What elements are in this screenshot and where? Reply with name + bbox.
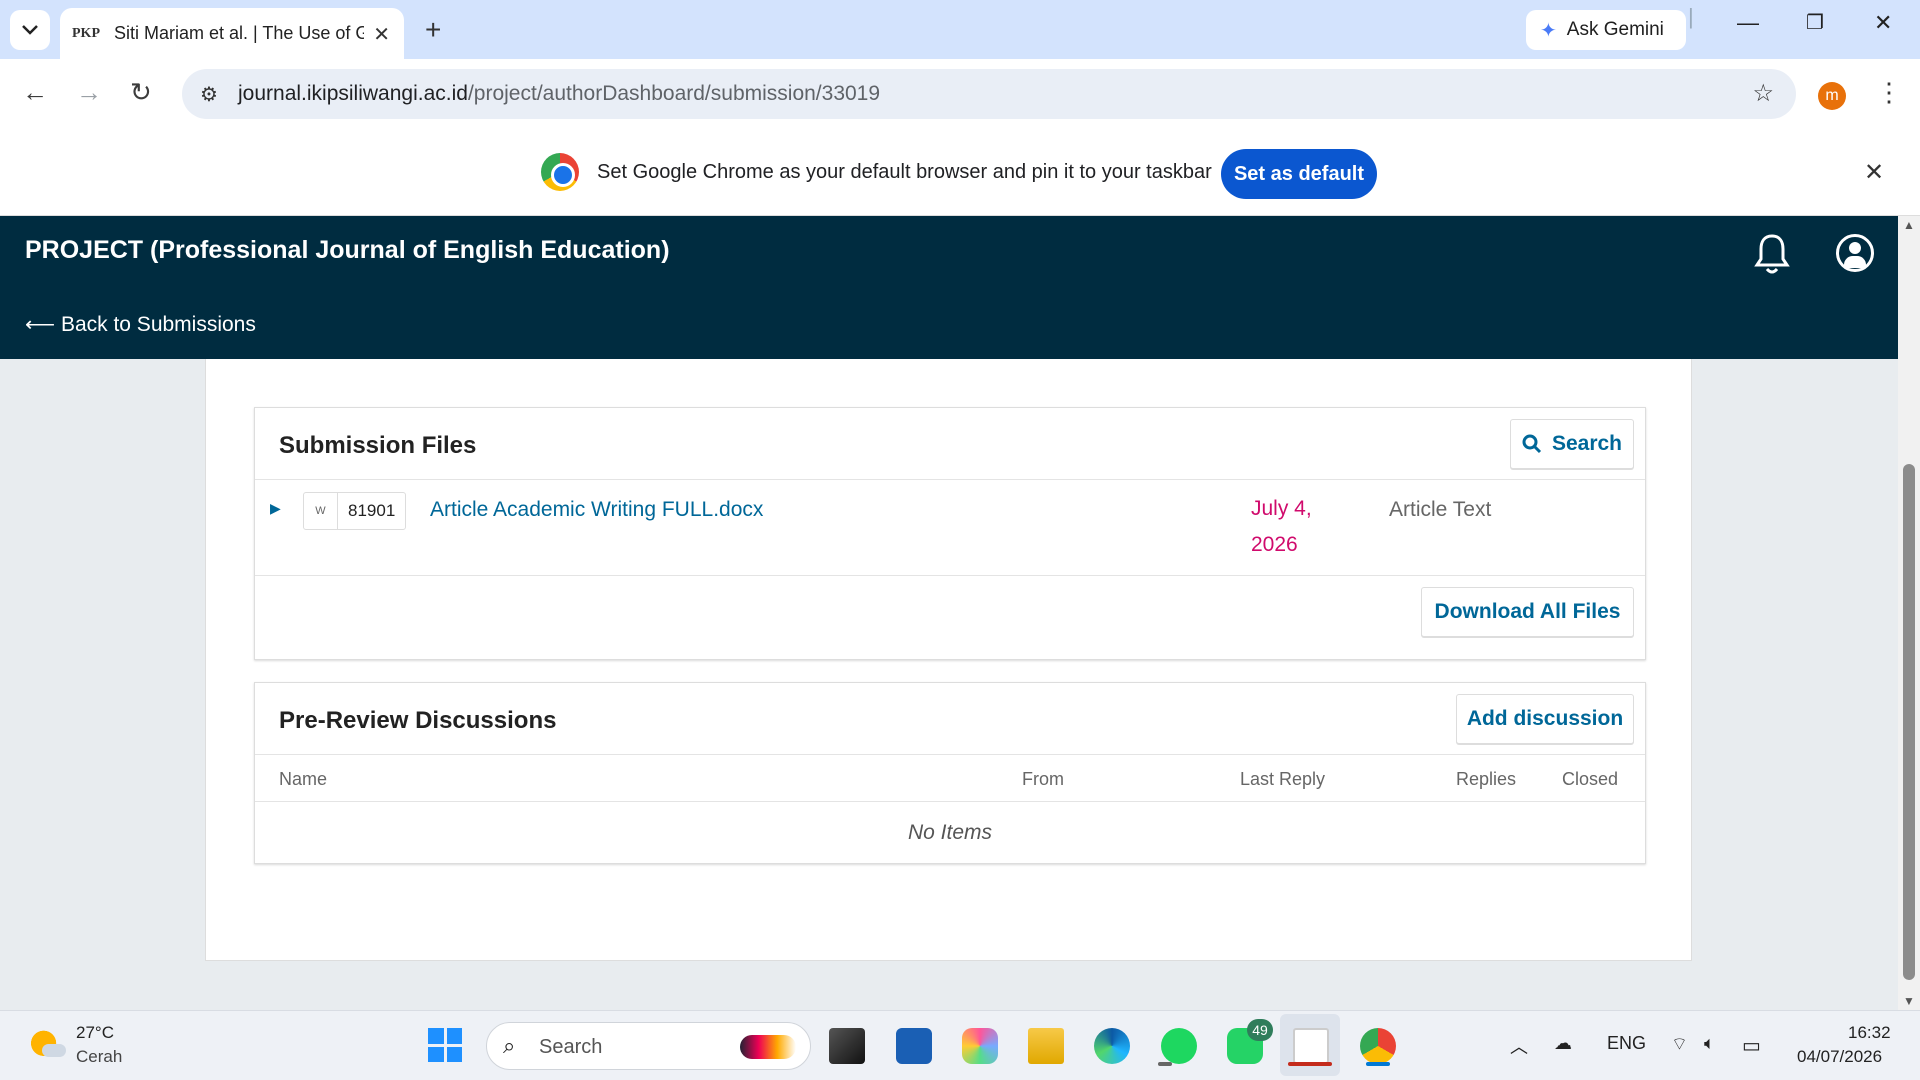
close-infobar-icon[interactable]: ✕ (1864, 158, 1884, 187)
file-name-link[interactable]: Article Academic Writing FULL.docx (430, 498, 763, 522)
site-info-icon[interactable]: ⚙ (200, 82, 218, 107)
tab-search-button[interactable] (10, 10, 50, 50)
submission-files-title: Submission Files (279, 432, 477, 459)
battery-icon[interactable]: ▭ (1742, 1033, 1761, 1058)
discussions-header: Pre-Review Discussions Add discussion (255, 683, 1645, 755)
address-toolbar: ← → ↻ ⚙ journal.ikipsiliwangi.ac.id/proj… (0, 59, 1920, 130)
submission-files-header: Submission Files Search (255, 408, 1645, 480)
page-scrollbar[interactable]: ▲ ▼ (1898, 216, 1920, 1010)
chrome-logo-icon (541, 153, 579, 191)
file-explorer-icon[interactable] (1028, 1028, 1064, 1064)
file-id-badge: W 81901 (303, 492, 407, 530)
search-highlight-icon (740, 1035, 796, 1059)
clock-time[interactable]: 16:32 (1848, 1023, 1891, 1043)
onedrive-icon[interactable]: ☁ (1554, 1033, 1572, 1054)
weather-temperature[interactable]: 27°C (76, 1023, 114, 1043)
running-indicator (1158, 1062, 1172, 1066)
infobar-message: Set Google Chrome as your default browse… (597, 161, 1212, 183)
copilot-icon[interactable] (962, 1028, 998, 1064)
column-header-from: From (1022, 769, 1064, 789)
running-indicator-chrome (1366, 1062, 1390, 1066)
wifi-icon[interactable]: ⌔ (1671, 1033, 1688, 1056)
submission-files-panel: Submission Files Search ▶ W 81901 Articl… (254, 407, 1646, 660)
microsoft-store-icon[interactable] (896, 1028, 932, 1064)
search-files-button[interactable]: Search (1510, 419, 1634, 469)
show-hidden-icons-chevron[interactable]: ︿ (1510, 1033, 1528, 1059)
pkp-favicon-icon: PKP (72, 25, 100, 41)
download-all-files-button[interactable]: Download All Files (1421, 587, 1634, 637)
bookmark-star-icon[interactable]: ☆ (1752, 79, 1774, 108)
back-to-submissions-link[interactable]: ⟵ Back to Submissions (25, 312, 256, 337)
active-indicator (1288, 1062, 1332, 1066)
spotify-icon[interactable] (1161, 1028, 1197, 1064)
weather-description[interactable]: Cerah (76, 1047, 122, 1067)
edge-browser-icon[interactable] (1094, 1028, 1130, 1064)
close-window-icon[interactable]: ✕ (1874, 10, 1892, 36)
default-browser-infobar: Set Google Chrome as your default browse… (0, 130, 1920, 216)
tab-title: Siti Mariam et al. | The Use of G (114, 23, 364, 43)
back-arrow-icon[interactable]: ← (22, 77, 48, 108)
pre-review-discussions-panel: Pre-Review Discussions Add discussion Na… (254, 682, 1646, 864)
set-as-default-button[interactable]: Set as default (1221, 149, 1377, 199)
restore-icon[interactable]: ❐ (1806, 10, 1824, 35)
notification-bell-icon[interactable] (1752, 232, 1792, 276)
scroll-down-icon[interactable]: ▼ (1903, 994, 1915, 1008)
close-tab-icon[interactable]: ✕ (373, 22, 390, 47)
file-type: Article Text (1389, 498, 1492, 521)
empty-table-message: No Items (907, 820, 993, 844)
ask-gemini-label: Ask Gemini (1566, 19, 1664, 40)
file-row: ▶ W 81901 Article Academic Writing FULL.… (255, 480, 1645, 576)
reload-icon[interactable]: ↻ (130, 77, 152, 108)
discussions-title: Pre-Review Discussions (279, 707, 557, 734)
new-tab-button[interactable]: + (425, 14, 441, 46)
scroll-up-icon[interactable]: ▲ (1903, 218, 1915, 232)
expand-row-icon[interactable]: ▶ (270, 500, 281, 517)
journal-header: PROJECT (Professional Journal of English… (0, 216, 1898, 359)
windows-start-icon[interactable] (428, 1028, 462, 1062)
weather-partly-cloudy-icon[interactable] (30, 1028, 66, 1062)
url-text[interactable]: journal.ikipsiliwangi.ac.id/project/auth… (238, 82, 880, 106)
task-view-icon[interactable] (829, 1028, 865, 1064)
clock-date[interactable]: 04/07/2026 (1797, 1047, 1882, 1067)
docx-file-icon: W (304, 493, 338, 529)
gemini-sparkle-icon: ✦ (1540, 19, 1557, 42)
workflow-content: Submission Files Search ▶ W 81901 Articl… (205, 359, 1692, 961)
more-menu-icon[interactable]: ⋮ (1876, 77, 1902, 108)
minimize-icon[interactable]: — (1737, 10, 1759, 36)
search-files-label: Search (1551, 432, 1623, 455)
user-account-icon[interactable] (1836, 234, 1874, 272)
browser-tab-strip: PKP Siti Mariam et al. | The Use of G ✕ … (0, 0, 1920, 59)
volume-icon[interactable]: 🔈︎ (1704, 1033, 1715, 1054)
column-header-last-reply: Last Reply (1240, 769, 1326, 789)
ask-gemini-button[interactable]: ✦ Ask Gemini (1526, 10, 1686, 50)
taskbar-search-box[interactable]: ⌕ Search (486, 1022, 811, 1070)
divider: | (1688, 4, 1694, 29)
browser-tab-active[interactable]: PKP Siti Mariam et al. | The Use of G ✕ (60, 8, 404, 59)
search-icon (1522, 434, 1542, 454)
discussions-table-header: Name From Last Reply Replies Closed (255, 755, 1645, 802)
chrome-taskbar-icon[interactable] (1360, 1028, 1396, 1064)
whatsapp-unread-badge: 49 (1247, 1019, 1273, 1041)
taskbar-search-placeholder: Search (539, 1036, 603, 1058)
journal-title[interactable]: PROJECT (Professional Journal of English… (25, 236, 670, 265)
file-app-icon[interactable] (1293, 1028, 1329, 1064)
forward-arrow-icon[interactable]: → (76, 77, 102, 108)
file-id: 81901 (348, 501, 396, 520)
column-header-replies: Replies (1456, 769, 1517, 789)
input-language[interactable]: ENG (1607, 1033, 1646, 1054)
windows-taskbar: 27°C Cerah ⌕ Search 49 ︿ ☁ ENG ⌔ 🔈︎ ▭ 16… (0, 1010, 1920, 1080)
column-header-closed: Closed (1562, 769, 1619, 789)
column-header-name: Name (279, 769, 328, 789)
file-date: July 4, 2026 (1251, 497, 1312, 556)
profile-avatar[interactable]: m (1818, 82, 1846, 110)
chevron-down-icon (22, 25, 38, 35)
add-discussion-button[interactable]: Add discussion (1456, 694, 1634, 744)
submission-files-footer: Download All Files (255, 576, 1645, 658)
url-bar[interactable]: ⚙ journal.ikipsiliwangi.ac.id/project/au… (182, 69, 1796, 119)
scrollbar-thumb[interactable] (1903, 464, 1915, 980)
search-icon: ⌕ (503, 1033, 516, 1058)
